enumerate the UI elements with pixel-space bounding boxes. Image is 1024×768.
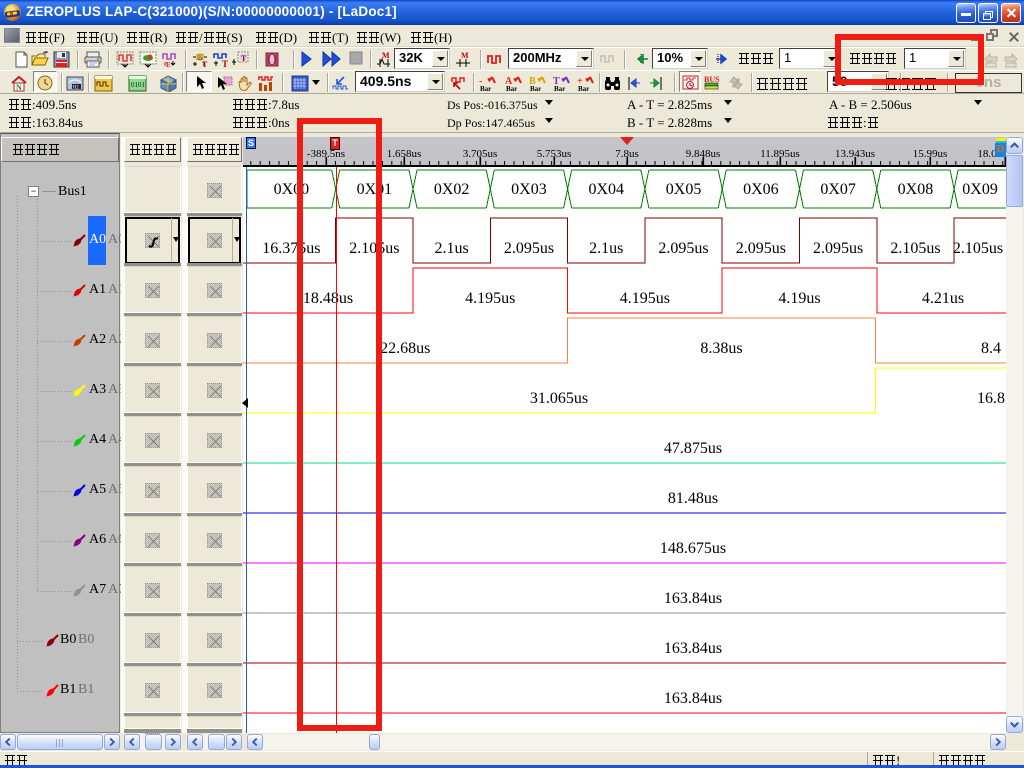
svg-text:M: M: [461, 51, 469, 60]
svg-text:T: T: [222, 59, 228, 68]
svg-text:Bar: Bar: [578, 85, 589, 92]
svg-text:Bar: Bar: [530, 85, 541, 92]
svg-text:BUS: BUS: [704, 75, 720, 84]
svg-text:H2: H2: [73, 86, 80, 91]
svg-text:2.095us: 2.095us: [658, 240, 708, 257]
svg-text:Bar: Bar: [554, 85, 565, 92]
svg-text:4.21us: 4.21us: [922, 290, 964, 307]
svg-text:T: T: [202, 60, 208, 68]
svg-text:2.105us: 2.105us: [953, 240, 1003, 257]
svg-text:2.095us: 2.095us: [736, 240, 786, 257]
svg-text:0X07: 0X07: [820, 181, 856, 198]
svg-text:2.1us: 2.1us: [435, 240, 469, 257]
svg-text:47.875us: 47.875us: [664, 440, 722, 457]
svg-text:0X04: 0X04: [588, 181, 624, 198]
svg-text:4.195us: 4.195us: [465, 290, 515, 307]
svg-text:2.105us: 2.105us: [890, 240, 940, 257]
svg-text:8.4: 8.4: [981, 340, 1001, 357]
svg-text:163.84us: 163.84us: [664, 590, 722, 607]
svg-text:2.095us: 2.095us: [813, 240, 863, 257]
svg-text:16.8: 16.8: [977, 390, 1005, 407]
svg-text:0X09: 0X09: [962, 181, 998, 198]
svg-text:148.675us: 148.675us: [660, 540, 726, 557]
svg-text:2.095us: 2.095us: [504, 240, 554, 257]
svg-text:163.84us: 163.84us: [664, 640, 722, 657]
svg-text:31.065us: 31.065us: [530, 390, 588, 407]
svg-text:0X06: 0X06: [743, 181, 779, 198]
svg-text:8.38us: 8.38us: [700, 340, 742, 357]
svg-text:0X05: 0X05: [666, 181, 702, 198]
svg-text:22.68us: 22.68us: [380, 340, 430, 357]
svg-text:0X03: 0X03: [511, 181, 547, 198]
svg-text:Bar: Bar: [506, 85, 517, 92]
svg-text:0X02: 0X02: [434, 181, 470, 198]
svg-text:0101: 0101: [131, 81, 146, 89]
svg-text:4.19us: 4.19us: [778, 290, 820, 307]
svg-text:Bar: Bar: [480, 85, 491, 92]
svg-text:T: T: [241, 54, 247, 63]
svg-text:2.1us: 2.1us: [589, 240, 623, 257]
svg-text:163.84us: 163.84us: [664, 690, 722, 707]
svg-text:N: N: [16, 83, 22, 92]
svg-text:4.195us: 4.195us: [620, 290, 670, 307]
svg-text:0X08: 0X08: [898, 181, 934, 198]
svg-text:M: M: [382, 51, 390, 60]
svg-text:E: E: [166, 61, 171, 68]
svg-text:81.48us: 81.48us: [668, 490, 718, 507]
